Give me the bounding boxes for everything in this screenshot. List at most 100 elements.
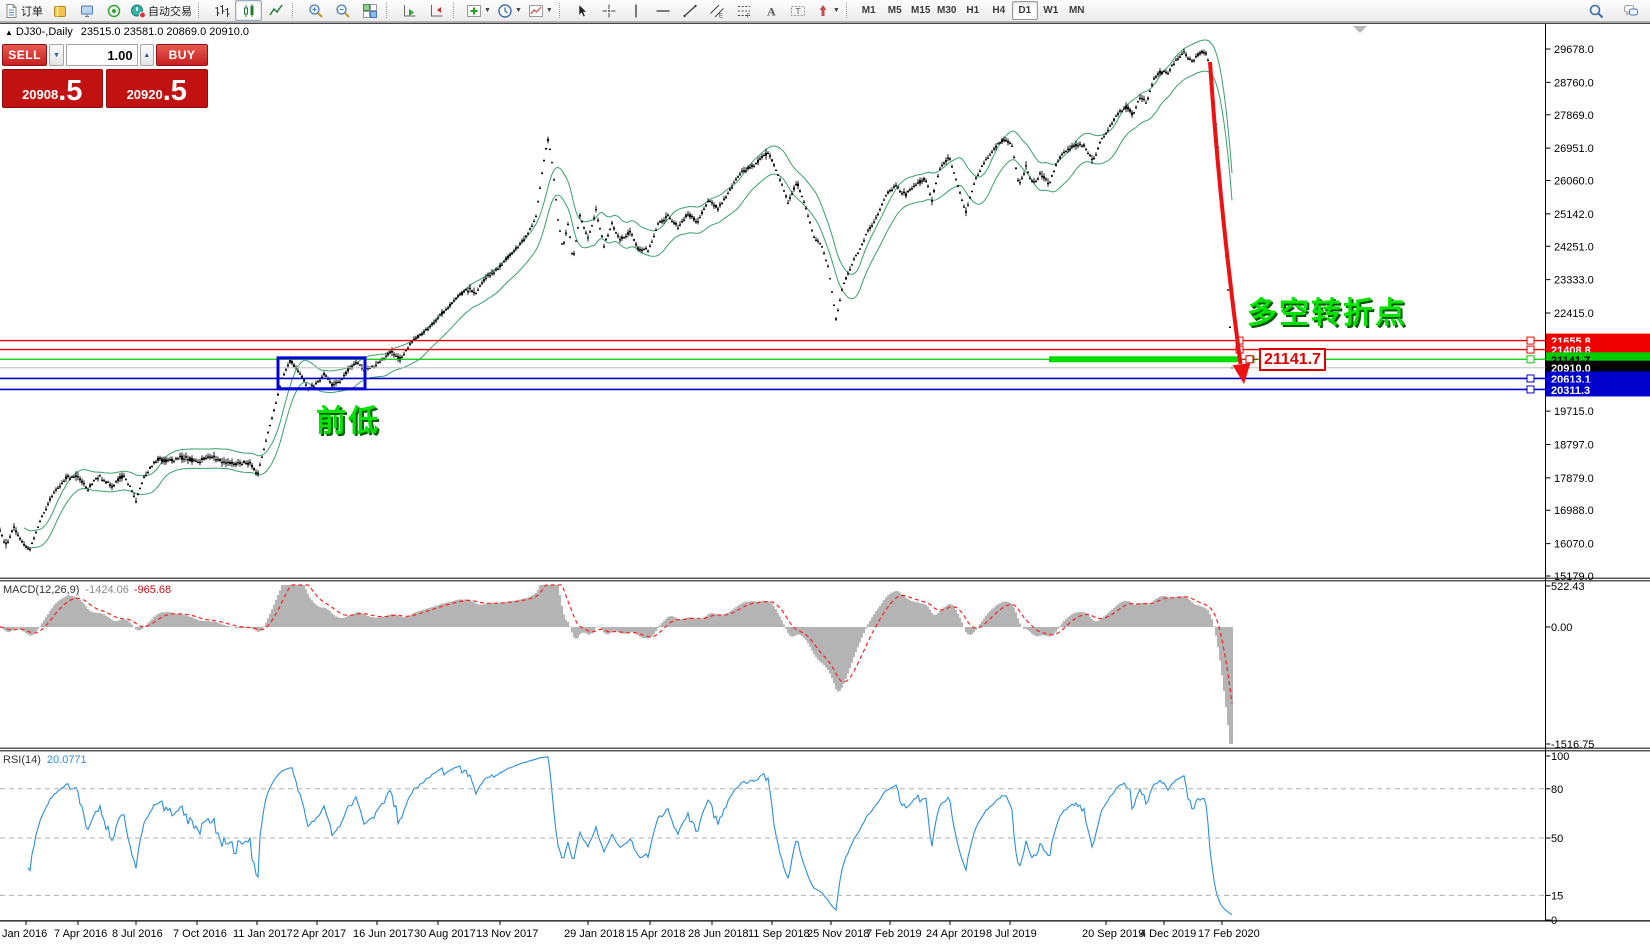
date-tick-label: 8 Jul 2019: [986, 928, 1037, 940]
volume-input[interactable]: [66, 44, 138, 66]
timeframe-w1[interactable]: W1: [1038, 1, 1064, 20]
annotation-turning-point[interactable]: 多空转折点: [1247, 288, 1407, 332]
trendline-button[interactable]: [677, 0, 704, 21]
timeframe-h1[interactable]: H1: [960, 1, 986, 20]
chart-background: [0, 22, 1650, 948]
timeframe-m30[interactable]: M30: [934, 1, 960, 20]
signal-button[interactable]: [100, 0, 127, 21]
trading-terminal-window: 订单自动交易▼▼▼EFAT▼M1M5M15M30H1H4D1W1MN 29678…: [0, 0, 1650, 948]
timeframe-d1[interactable]: D1: [1012, 1, 1038, 20]
line-handle[interactable]: [1527, 375, 1534, 382]
cursor-button[interactable]: [569, 0, 596, 21]
chart-shift-button[interactable]: [423, 0, 450, 21]
svg-text:E: E: [719, 13, 723, 19]
support-highlight-bar[interactable]: [1049, 356, 1238, 362]
svg-text:F: F: [747, 14, 751, 19]
date-tick-label: 11 Sep 2018: [748, 928, 810, 940]
toolbar-group-separator: [292, 3, 298, 18]
timeframe-mn-label: MN: [1069, 5, 1085, 16]
timeframe-d1-label: D1: [1018, 5, 1031, 16]
channel-button[interactable]: E: [704, 0, 731, 21]
volume-decrease-button[interactable]: ▼: [49, 44, 63, 66]
sell-price-display[interactable]: 20908.5: [2, 69, 103, 108]
line-handle[interactable]: [1527, 386, 1534, 393]
templates-button[interactable]: ▼: [525, 0, 556, 21]
cursor-icon: [574, 3, 590, 19]
text-label-button[interactable]: T: [785, 0, 812, 21]
volume-increase-button[interactable]: ▲: [140, 44, 154, 66]
timeframe-m30-label: M30: [937, 5, 956, 16]
linechart-icon: [268, 3, 284, 19]
textA-icon: A: [763, 3, 779, 19]
autoscroll-icon: [402, 3, 418, 19]
rsi-tick-label: 50: [1551, 833, 1563, 845]
price-tag-anchor[interactable]: [1246, 356, 1253, 363]
horizontal-line-button[interactable]: [650, 0, 677, 21]
date-tick-label: 7 Apr 2016: [54, 928, 107, 940]
auto-scroll-button[interactable]: [396, 0, 423, 21]
toolbar-group-separator: [198, 3, 204, 18]
date-tick-label: 17 Feb 2020: [1198, 928, 1260, 940]
candlestick-chart-button[interactable]: [235, 0, 262, 21]
data-window-button[interactable]: [73, 0, 100, 21]
timeframe-m5[interactable]: M5: [882, 1, 908, 20]
indicators-button[interactable]: ▼: [463, 0, 494, 21]
tile-windows-button[interactable]: [356, 0, 383, 21]
dropdown-caret-icon: ▼: [546, 7, 553, 14]
price-tick-label: 27869.0: [1554, 110, 1594, 122]
buy-price-pips: .5: [163, 78, 187, 106]
price-tick-label: 23333.0: [1554, 275, 1594, 287]
zoom-out-button[interactable]: [329, 0, 356, 21]
rsi-name: RSI(14): [3, 754, 41, 766]
chart-symbol-label: DJ30-,Daily: [16, 26, 73, 38]
line-handle[interactable]: [1527, 356, 1534, 363]
text-button[interactable]: A: [758, 0, 785, 21]
rsi-indicator-label: RSI(14) 20.0771: [3, 754, 87, 766]
date-tick-label: 7 Oct 2016: [173, 928, 227, 940]
arrows-button[interactable]: ▼: [812, 0, 843, 21]
zoom-in-button[interactable]: [302, 0, 329, 21]
line-chart-button[interactable]: [262, 0, 289, 21]
timeframe-w1-label: W1: [1043, 5, 1058, 16]
toolbar-group-separator: [453, 3, 459, 18]
main-toolbar: 订单自动交易▼▼▼EFAT▼M1M5M15M30H1H4D1W1MN: [0, 0, 1650, 22]
buy-price-display[interactable]: 20920.5: [106, 69, 209, 108]
rsi-value: 20.0771: [47, 754, 87, 766]
timeframe-m15[interactable]: M15: [908, 1, 934, 20]
timeframe-m15-label: M15: [911, 5, 930, 16]
sell-price-main: 20908: [22, 87, 58, 102]
periods-icon: [497, 3, 513, 19]
bar-chart-button[interactable]: [208, 0, 235, 21]
date-tick-label: 29 Jan 2018: [564, 928, 625, 940]
timeframe-m1-label: M1: [862, 5, 876, 16]
line-handle[interactable]: [1527, 337, 1534, 344]
sell-button[interactable]: SELL: [2, 44, 47, 66]
date-tick-label: 16 Jun 2017: [353, 928, 414, 940]
timeframe-h1-label: H1: [966, 5, 979, 16]
search-button[interactable]: [1582, 0, 1609, 21]
timeframe-mn[interactable]: MN: [1064, 1, 1090, 20]
line-handle[interactable]: [1527, 346, 1534, 353]
vertical-line-button[interactable]: [623, 0, 650, 21]
timeframe-h4[interactable]: H4: [986, 1, 1012, 20]
chat-button[interactable]: [1617, 0, 1644, 21]
timeframe-m1[interactable]: M1: [856, 1, 882, 20]
rsi-tick-label: 100: [1551, 751, 1569, 763]
market-watch-button[interactable]: [46, 0, 73, 21]
periods-button[interactable]: ▼: [494, 0, 525, 21]
price-tag-21141[interactable]: 21141.7: [1259, 348, 1326, 371]
crosshair-button[interactable]: [596, 0, 623, 21]
price-tick-label: 26951.0: [1554, 143, 1594, 155]
autotrade-button[interactable]: 自动交易: [127, 0, 195, 21]
timeframe-h4-label: H4: [992, 5, 1005, 16]
price-flag-label: 20311.3: [1551, 385, 1590, 397]
dropdown-caret-icon: ▼: [515, 7, 522, 14]
fibonacci-button[interactable]: F: [731, 0, 758, 21]
new-order-button[interactable]: 订单: [0, 0, 46, 21]
sell-price-pips: .5: [58, 78, 82, 106]
price-tick-label: 18797.0: [1554, 439, 1594, 451]
date-tick-label: 20 Sep 2019: [1082, 928, 1144, 940]
annotation-previous-low[interactable]: 前低: [316, 396, 380, 440]
buy-button[interactable]: BUY: [156, 44, 208, 66]
chart-canvas[interactable]: 29678.028760.027869.026951.026060.025142…: [0, 22, 1650, 948]
